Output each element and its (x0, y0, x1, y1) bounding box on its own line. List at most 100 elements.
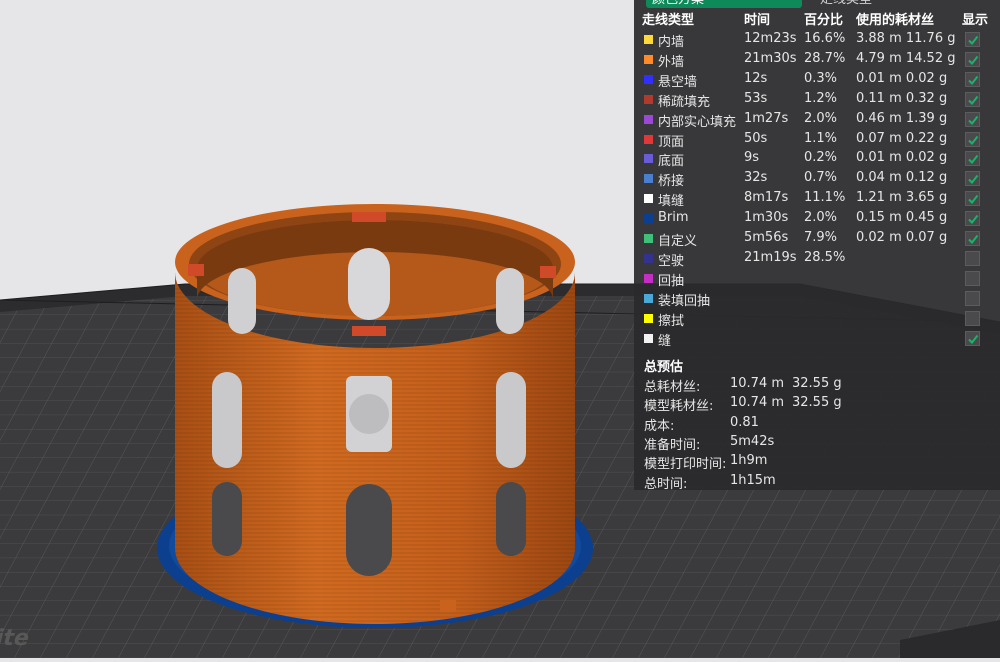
line-type-time: 5m56s (744, 230, 789, 245)
line-type-usage: 1.21 m 3.65 g (856, 190, 948, 206)
show-checkbox[interactable] (965, 51, 980, 67)
check-icon (968, 175, 979, 185)
show-checkbox[interactable] (965, 310, 980, 326)
check-icon (968, 234, 979, 245)
color-swatch (644, 293, 653, 303)
show-checkbox[interactable] (965, 32, 980, 47)
summary-value: 5m42s (730, 433, 775, 449)
line-type-percent: 16.6% (804, 31, 846, 46)
line-type-usage: 0.02 m 0.07 g (856, 230, 948, 245)
header-time: 时间 (744, 13, 771, 28)
summary-label: 总耗材丝: (644, 380, 701, 395)
summary-label: 总时间: (644, 476, 688, 492)
show-checkbox[interactable] (965, 71, 980, 87)
line-type-time: 1m30s (744, 210, 789, 226)
line-type-usage: 0.01 m 0.02 g (856, 70, 948, 86)
line-type-name: 擦拭 (658, 313, 685, 329)
line-type-name: Brim (658, 210, 689, 226)
legend-row: 擦拭 (634, 309, 1000, 329)
color-swatch (644, 94, 653, 104)
color-swatch (644, 74, 653, 84)
line-type-time: 12s (744, 70, 768, 86)
show-checkbox[interactable] (965, 270, 980, 286)
line-type-name: 装填回抽 (658, 293, 711, 309)
show-checkbox[interactable] (965, 171, 980, 187)
check-icon (968, 35, 979, 46)
show-checkbox[interactable] (965, 231, 980, 246)
line-type-percent: 1.2% (804, 90, 838, 106)
check-icon (968, 155, 979, 165)
line-type-percent: 28.5% (804, 249, 846, 265)
header-type: 走线类型 (642, 13, 695, 28)
header-usage: 使用的耗材丝 (856, 13, 935, 28)
color-swatch (644, 234, 653, 243)
line-type-name: 缝 (658, 333, 672, 349)
show-checkbox[interactable] (965, 91, 980, 107)
legend-row: 悬空墙 12s 0.3% 0.01 m 0.02 g (634, 70, 1000, 90)
line-type-usage: 3.88 m 11.76 g (856, 31, 956, 46)
color-swatch (644, 313, 653, 323)
line-type-percent: 0.7% (804, 170, 838, 186)
show-checkbox[interactable] (965, 211, 980, 227)
color-swatch (644, 154, 653, 164)
show-checkbox[interactable] (965, 191, 980, 207)
tab-line-type[interactable]: 走线类型 (810, 0, 990, 8)
summary-row: 模型打印时间: 1h9m (634, 453, 1000, 472)
line-type-percent: 11.1% (804, 190, 846, 206)
show-checkbox[interactable] (965, 250, 980, 266)
summary-value: 0.81 (730, 414, 759, 430)
line-type-usage: 0.11 m 0.32 g (856, 90, 948, 106)
check-icon (968, 135, 979, 145)
summary-value-secondary: 32.55 g (792, 395, 842, 411)
summary-title: 总预估 (644, 360, 684, 375)
legend-row: 内墙 12m23s 16.6% 3.88 m 11.76 g (634, 30, 1000, 50)
summary-value: 10.74 m (730, 376, 785, 391)
line-type-time: 32s (744, 170, 768, 186)
color-swatch (644, 114, 653, 124)
tab-color-scheme[interactable]: 颜色方案 (646, 0, 802, 8)
line-type-name: 桥接 (658, 174, 685, 190)
legend-row: 回抽 (634, 269, 1000, 289)
line-type-name: 稀疏填充 (658, 94, 711, 110)
show-checkbox[interactable] (965, 111, 980, 127)
summary-row: 模型耗材丝: 10.74 m 32.55 g (634, 395, 1000, 414)
line-type-percent: 0.3% (804, 70, 838, 86)
summary-row: 成本: 0.81 (634, 415, 1000, 434)
show-checkbox[interactable] (965, 151, 980, 167)
check-icon (968, 115, 979, 125)
show-checkbox[interactable] (965, 290, 980, 306)
line-type-usage: 0.04 m 0.12 g (856, 170, 948, 186)
color-swatch (644, 174, 653, 184)
legend-row: 装填回抽 (634, 289, 1000, 309)
header-show: 显示 (962, 13, 989, 28)
summary-label: 准备时间: (644, 437, 701, 453)
line-type-name: 悬空墙 (658, 74, 698, 90)
line-type-usage: 4.79 m 14.52 g (856, 50, 956, 66)
line-type-usage: 0.07 m 0.22 g (856, 130, 948, 146)
legend-row: 填缝 8m17s 11.1% 1.21 m 3.65 g (634, 189, 1000, 209)
color-swatch (644, 35, 653, 44)
line-type-usage: 0.15 m 0.45 g (856, 210, 948, 226)
line-type-name: 回抽 (658, 273, 685, 289)
color-swatch (644, 333, 653, 343)
line-type-time: 8m17s (744, 190, 789, 206)
color-swatch (644, 214, 653, 224)
line-type-name: 空驶 (658, 253, 685, 269)
legend-row: 自定义 5m56s 7.9% 0.02 m 0.07 g (634, 229, 1000, 249)
show-checkbox[interactable] (965, 131, 980, 147)
summary-value: 1h9m (730, 453, 768, 469)
summary-row: 总时间: 1h15m (634, 473, 1000, 492)
line-type-name: 内墙 (658, 35, 685, 50)
color-swatch (644, 253, 653, 263)
legend-tabs: 颜色方案 走线类型 (634, 0, 1000, 8)
summary-value-secondary: 32.55 g (792, 376, 842, 391)
check-icon (968, 75, 979, 85)
check-icon (968, 214, 979, 225)
check-icon (968, 55, 979, 65)
show-checkbox[interactable] (965, 330, 980, 346)
line-type-usage: 0.01 m 0.02 g (856, 150, 948, 166)
line-type-name: 底面 (658, 154, 685, 170)
line-type-name: 顶面 (658, 134, 685, 150)
color-swatch (644, 54, 653, 64)
line-type-name: 自定义 (658, 234, 698, 249)
